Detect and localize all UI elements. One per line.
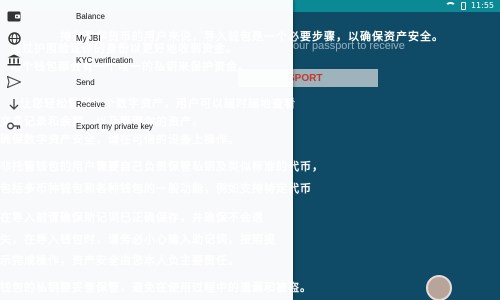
menu-item-kyc[interactable]: KYC verification [0,49,293,71]
menu-item-my-jbi[interactable]: My JBI [0,27,293,49]
menu-item-send[interactable]: Send [0,71,293,93]
drawer-menu: Balance My JBI KYC verification Send Rec… [0,5,293,137]
status-time: 11:55 [470,1,494,10]
send-icon [4,74,24,90]
menu-item-label: Receive [76,99,105,109]
menu-item-label: My JBI [76,33,101,43]
wallet-icon [4,8,24,24]
battery-icon [460,1,466,10]
globe-icon [4,30,24,46]
navigation-drawer: Balance My JBI KYC verification Send Rec… [0,0,293,300]
menu-item-label: Export my private key [76,121,153,131]
menu-item-label: KYC verification [76,55,133,65]
arrow-down-icon [4,96,24,112]
key-icon [4,118,24,134]
wifi-icon [444,2,456,11]
menu-item-export-key[interactable]: Export my private key [0,115,293,137]
menu-item-receive[interactable]: Receive [0,93,293,115]
status-icons: 11:55 [444,1,494,11]
menu-item-balance[interactable]: Balance [0,5,293,27]
bank-icon [4,52,24,68]
drawer-scrim[interactable] [293,12,500,300]
menu-item-label: Balance [76,11,105,21]
menu-item-label: Send [76,77,95,87]
